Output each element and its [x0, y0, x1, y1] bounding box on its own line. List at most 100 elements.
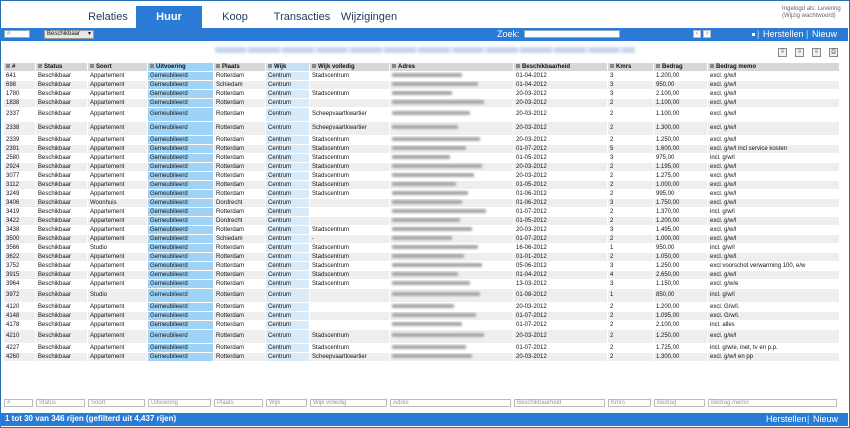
cell-id: 3964 — [3, 279, 36, 289]
login-info: Ingelogd als: Levering (Wijzig wachtwoor… — [782, 6, 842, 20]
status-select-value: Beschikbaar — [47, 31, 81, 37]
table-row[interactable]: 4210 Beschikbaar Appartement Gemeubileerd Ro… — [3, 329, 840, 344]
sort-icon — [710, 64, 714, 69]
column-header[interactable]: Bedrag — [653, 62, 708, 72]
column-filter-input[interactable]: Uitvoering — [148, 399, 211, 407]
export-icon[interactable]: ⇩ — [778, 48, 787, 57]
table-row[interactable]: 3419 Beschikbaar Appartement Gemeubileerd Ro… — [3, 207, 840, 217]
table-row[interactable]: 2924 Beschikbaar Appartement Gemeubileerd Ro… — [3, 162, 840, 172]
reset-button[interactable]: Herstellen — [766, 414, 807, 424]
column-filter-input[interactable]: Plaats — [214, 399, 263, 407]
reset-button[interactable]: Herstellen — [763, 29, 804, 39]
column-header[interactable]: Plaats — [213, 62, 266, 72]
table-row[interactable]: 641 Beschikbaar Appartement Gemeubileerd Rot… — [3, 71, 840, 81]
cell-soort: Appartement — [87, 144, 148, 154]
separator: | — [806, 29, 809, 39]
export-icon[interactable]: ⇩ — [812, 48, 821, 57]
column-header[interactable]: Wijk — [265, 62, 310, 72]
change-password-link[interactable]: (Wijzig wachtwoord) — [782, 13, 842, 20]
table-row[interactable]: 3972 Beschikbaar Studio Gemeubileerd Rotterd… — [3, 288, 840, 303]
table-row[interactable]: 4260 Beschikbaar Appartement Gemeubileerd Ro… — [3, 352, 840, 362]
table-row[interactable]: 4227 Beschikbaar Appartement Gemeubileerd Ro… — [3, 343, 840, 353]
new-button[interactable]: Nieuw — [813, 414, 838, 424]
column-filter-input[interactable]: Adres — [390, 399, 511, 407]
top-nav: Relaties Huur Koop Transacties Wijziging… — [0, 6, 848, 28]
column-header[interactable]: # — [3, 62, 36, 72]
column-filter-input[interactable]: Bedrag memo — [708, 399, 837, 407]
redacted-text — [392, 271, 458, 276]
print-icon[interactable]: ⎙ — [829, 48, 838, 57]
table-row[interactable]: 3406 Beschikbaar Woonhuis Gemeubileerd Dordr… — [3, 198, 840, 208]
address-cell-redacted — [389, 302, 514, 312]
table-row[interactable]: 3500 Beschikbaar Appartement Gemeubileerd Sc… — [3, 234, 840, 244]
table-row[interactable]: 3622 Beschikbaar Appartement Gemeubileerd Ro… — [3, 252, 840, 262]
redacted-text — [392, 262, 482, 267]
table-row[interactable]: 3422 Beschikbaar Appartement Gemeubileerd Do… — [3, 216, 840, 226]
table-row[interactable]: 3915 Beschikbaar Appartement Gemeubileerd Ro… — [3, 270, 840, 280]
column-header[interactable]: Beschikbaarheid — [513, 62, 608, 72]
column-header[interactable]: Wijk volledig — [309, 62, 390, 72]
table-row[interactable]: 3964 Beschikbaar Appartement Gemeubileerd Ro… — [3, 279, 840, 289]
table-row[interactable]: 3249 Beschikbaar Appartement Gemeubileerd Ro… — [3, 189, 840, 199]
cell-uitvoering: Gemeubileerd — [147, 243, 214, 253]
table-row[interactable]: 3566 Beschikbaar Studio Gemeubileerd Rotterd… — [3, 243, 840, 253]
table-row[interactable]: 2391 Beschikbaar Appartement Gemeubileerd Ro… — [3, 144, 840, 154]
column-filter-input[interactable]: Soort — [88, 399, 145, 407]
search-input[interactable] — [524, 30, 620, 38]
cell-wijk-volledig: Stadscentrum — [309, 162, 390, 172]
tab-koop[interactable]: Koop — [210, 6, 260, 28]
table-row[interactable]: 3752 Beschikbaar Appartement Gemeubileerd Ro… — [3, 261, 840, 271]
table-row[interactable]: 1838 Beschikbaar Appartement Gemeubileerd Ro… — [3, 98, 840, 108]
cell-soort: Appartement — [87, 252, 148, 262]
id-filter-input[interactable]: # — [4, 30, 30, 38]
column-filter-input[interactable]: Wijk volledig — [310, 399, 387, 407]
column-header[interactable]: Adres — [389, 62, 514, 72]
column-filter-input[interactable]: Status — [36, 399, 85, 407]
column-filter-input[interactable]: # — [4, 399, 33, 407]
column-header[interactable]: Kmrs — [607, 62, 654, 72]
redacted-text — [392, 111, 470, 116]
table-row[interactable]: 4178 Beschikbaar Appartement Gemeubileerd Ro… — [3, 320, 840, 330]
cell-bedrag: 950,00 — [653, 80, 708, 90]
cell-bedrag: 2.650,00 — [653, 270, 708, 280]
new-button[interactable]: Nieuw — [812, 29, 837, 39]
column-filter-input[interactable]: Beschikbaarheid — [514, 399, 605, 407]
cell-id: 2338 — [3, 121, 36, 136]
cell-kmrs: 3 — [607, 225, 654, 235]
cell-beschikbaarheid: 20-03-2012 — [513, 352, 608, 362]
cell-beschikbaarheid: 20-03-2012 — [513, 302, 608, 312]
table-row[interactable]: 2339 Beschikbaar Appartement Gemeubileerd Ro… — [3, 135, 840, 145]
table-row[interactable]: 698 Beschikbaar Appartement Gemeubileerd Sch… — [3, 80, 840, 90]
export-icon[interactable]: ⇩ — [795, 48, 804, 57]
tab-wijzigingen[interactable]: Wijzigingen — [340, 6, 398, 28]
table-row[interactable]: 2337 Beschikbaar Appartement Gemeubileerd Ro… — [3, 107, 840, 122]
tab-transacties[interactable]: Transacties — [270, 6, 334, 28]
cell-bedrag: 1.200,00 — [653, 302, 708, 312]
table-row[interactable]: 1780 Beschikbaar Appartement Gemeubileerd Ro… — [3, 89, 840, 99]
column-filter-input[interactable]: Kmrs — [608, 399, 651, 407]
column-header[interactable]: Status — [35, 62, 88, 72]
cell-beschikbaarheid: 01-06-2012 — [513, 198, 608, 208]
table-row[interactable]: 2580 Beschikbaar Appartement Gemeubileerd Ro… — [3, 153, 840, 163]
column-header[interactable]: Uitvoering — [147, 62, 214, 72]
cell-id: 1838 — [3, 98, 36, 108]
cell-kmrs: 2 — [607, 329, 654, 344]
chevron-right-icon[interactable]: › — [703, 30, 711, 38]
cell-memo: excl. g/w/l — [707, 80, 840, 90]
column-header[interactable]: Bedrag memo — [707, 62, 840, 72]
table-row[interactable]: 3438 Beschikbaar Appartement Gemeubileerd Ro… — [3, 225, 840, 235]
chevron-left-icon[interactable]: ‹ — [693, 30, 701, 38]
table-row[interactable]: 4120 Beschikbaar Appartement Gemeubileerd Ro… — [3, 302, 840, 312]
table-row[interactable]: 4148 Beschikbaar Appartement Gemeubileerd Ro… — [3, 311, 840, 321]
tab-huur[interactable]: Huur — [136, 6, 202, 28]
status-select[interactable]: Beschikbaar ▾ — [44, 30, 94, 39]
table-row[interactable]: 3112 Beschikbaar Appartement Gemeubileerd Ro… — [3, 180, 840, 190]
cell-bedrag: 1.600,00 — [653, 144, 708, 154]
table-row[interactable]: 2338 Beschikbaar Appartement Gemeubileerd Ro… — [3, 121, 840, 136]
cell-wijk-volledig — [309, 198, 390, 208]
column-header[interactable]: Soort — [87, 62, 148, 72]
table-row[interactable]: 3077 Beschikbaar Appartement Gemeubileerd Ro… — [3, 171, 840, 181]
column-filter-input[interactable]: Wijk — [266, 399, 307, 407]
column-filter-input[interactable]: Bedrag — [654, 399, 705, 407]
data-table: # Status Soort Uitvoering Plaats Wijk Wijk vol… — [3, 62, 840, 362]
